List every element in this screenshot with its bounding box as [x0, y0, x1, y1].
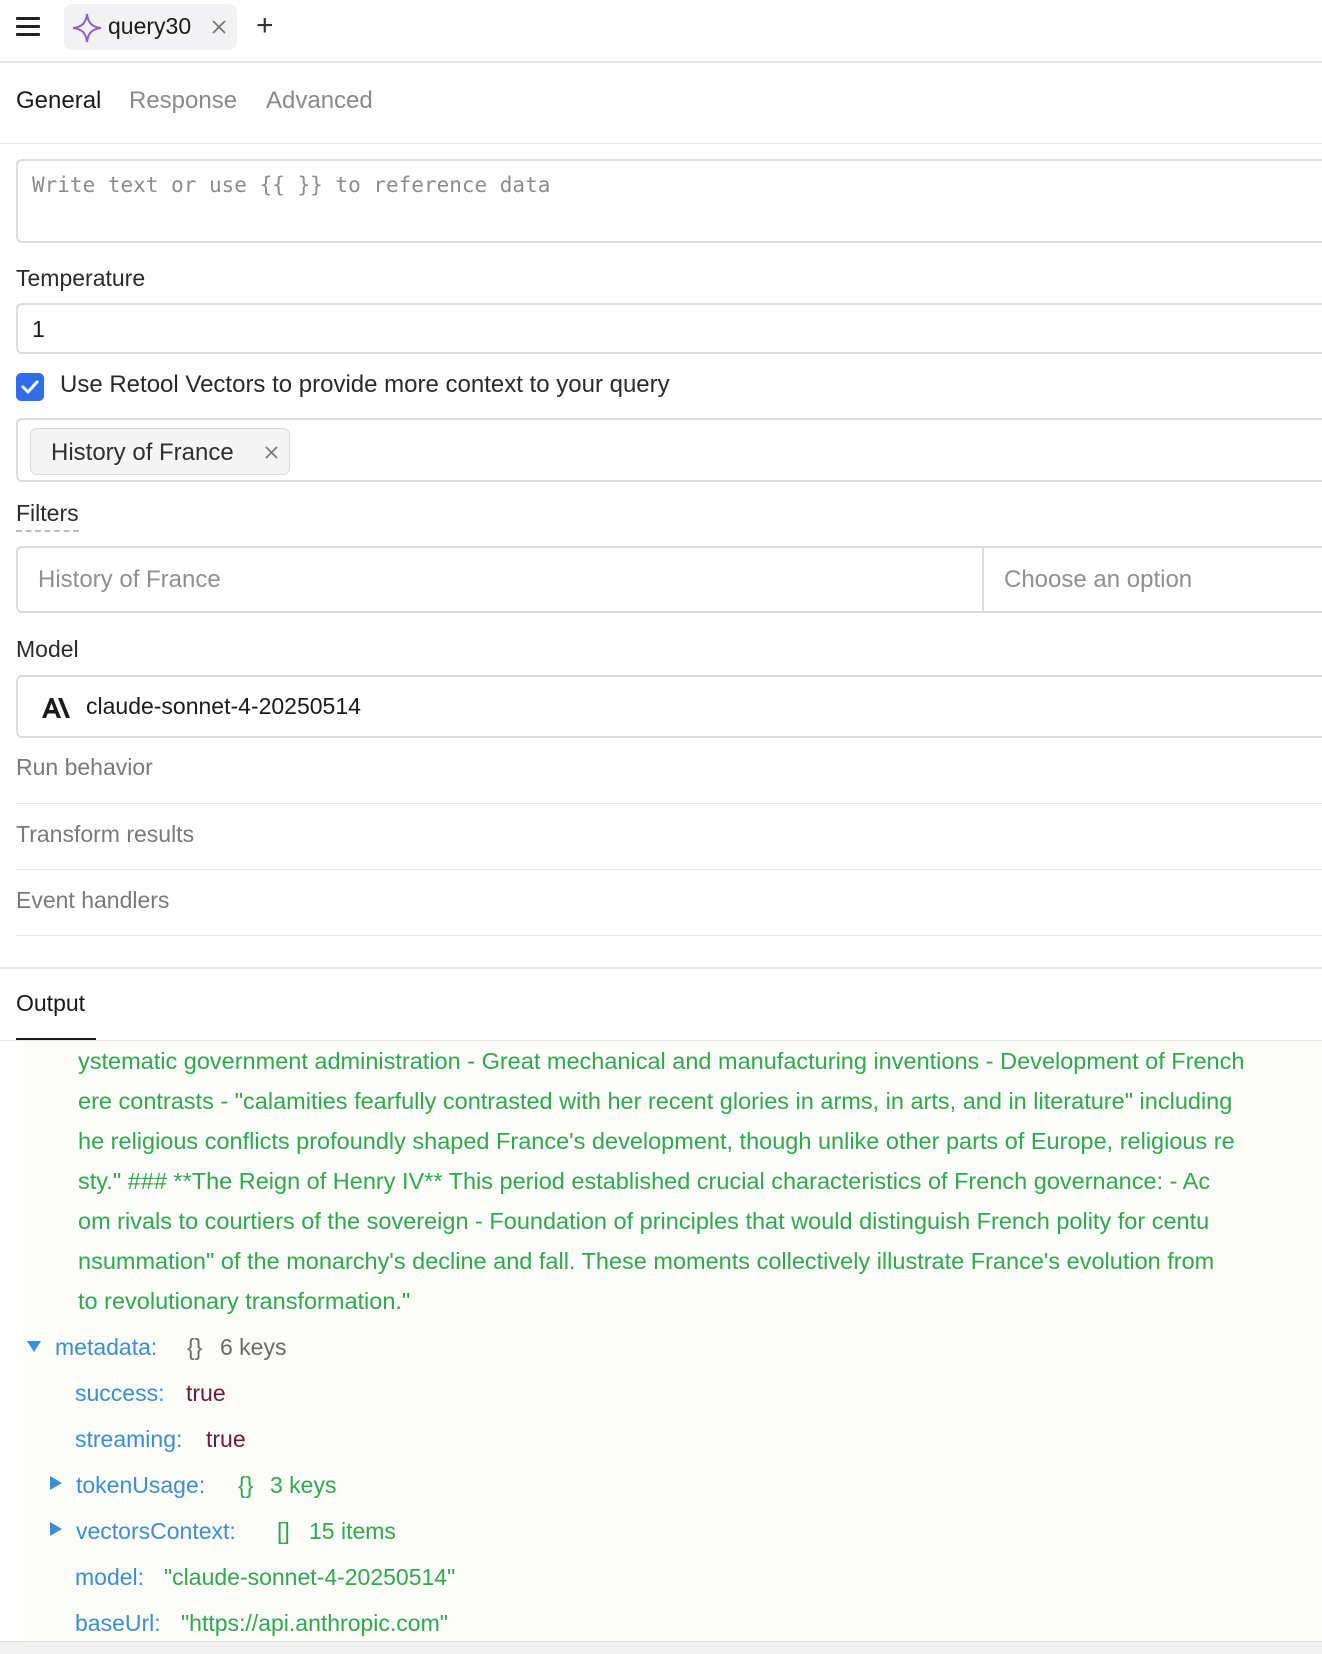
streaming-value: true [206, 1426, 246, 1452]
filter-value-select[interactable]: Choose an option [982, 546, 1322, 613]
tokenUsage-count: 3 keys [270, 1472, 337, 1498]
close-icon[interactable] [210, 18, 228, 36]
system-message-placeholder: Write text or use {{ }} to reference dat… [32, 173, 551, 197]
baseUrl-value: "https://api.anthropic.com" [181, 1610, 448, 1636]
output-text-line: to revolutionary transformation." [78, 1288, 411, 1314]
system-message-input[interactable]: Write text or use {{ }} to reference dat… [16, 159, 1322, 243]
output-text-line: sty." ### **The Reign of Henry IV** This… [78, 1168, 1211, 1194]
tokenUsage-key[interactable]: tokenUsage: [76, 1472, 205, 1499]
success-key: success: [75, 1380, 165, 1406]
vectorsContext-count: 15 items [309, 1518, 396, 1544]
query-tab[interactable]: query30 [64, 4, 237, 50]
temperature-label: Temperature [16, 265, 146, 291]
vectorsContext-brackets: [] [277, 1518, 290, 1544]
anthropic-logo-icon [42, 698, 70, 718]
model-select[interactable]: claude-sonnet-4-20250514 [16, 675, 1322, 738]
chip-close-icon[interactable] [265, 446, 278, 459]
plus-icon[interactable]: + [256, 11, 282, 41]
section-run-behavior[interactable]: Run behavior [16, 738, 1322, 804]
output-text-line: he religious conflicts profoundly shaped… [78, 1128, 1235, 1154]
model-key: model: [75, 1564, 145, 1590]
tab-general[interactable]: General [16, 87, 101, 115]
editor-tabs: General Response Advanced [0, 63, 1322, 144]
section-transform-results[interactable]: Transform results [16, 804, 1322, 870]
baseUrl-key: baseUrl: [75, 1610, 161, 1636]
filter-key-input[interactable]: History of France [16, 546, 983, 613]
vector-chip: History of France [30, 428, 290, 475]
output-text-line: nsummation" of the monarchy's decline an… [78, 1248, 1215, 1274]
panel-divider [0, 967, 1322, 969]
hamburger-menu-icon[interactable] [16, 17, 42, 37]
caret-down-icon[interactable] [26, 1338, 42, 1354]
bottom-edge [0, 1641, 1322, 1654]
top-bar: query30 + [0, 0, 1322, 63]
section-event-handlers[interactable]: Event handlers [16, 870, 1322, 936]
section-transform-results-label: Transform results [16, 821, 195, 847]
model-value: "claude-sonnet-4-20250514" [164, 1564, 456, 1590]
sparkle-icon [72, 13, 102, 43]
vector-select[interactable]: History of France [16, 418, 1322, 482]
tab-response[interactable]: Response [129, 87, 237, 115]
caret-right-icon[interactable] [48, 1475, 64, 1491]
metadata-key[interactable]: metadata: [55, 1334, 157, 1361]
checkmark-icon [21, 380, 39, 394]
query-tab-label: query30 [108, 13, 192, 39]
output-text-line: ere contrasts - "calamities fearfully co… [78, 1088, 1233, 1114]
temperature-input[interactable]: 1 [16, 303, 1322, 354]
metadata-count: 6 keys [220, 1334, 287, 1360]
vectors-checkbox-label: Use Retool Vectors to provide more conte… [60, 371, 670, 398]
streaming-key: streaming: [75, 1426, 183, 1452]
output-panel: ystematic government administration - Gr… [24, 1041, 1322, 1641]
vectorsContext-key[interactable]: vectorsContext: [76, 1518, 236, 1545]
output-text-line: ystematic government administration - Gr… [78, 1048, 1245, 1074]
success-value: true [186, 1380, 226, 1406]
vectors-checkbox[interactable] [16, 373, 44, 401]
temperature-value: 1 [32, 316, 45, 342]
filter-value-placeholder: Choose an option [1004, 566, 1193, 593]
tab-advanced[interactable]: Advanced [266, 87, 373, 115]
tokenUsage-braces: {} [238, 1472, 254, 1498]
caret-right-icon[interactable] [48, 1521, 64, 1537]
filters-label: Filters [16, 500, 79, 532]
filter-key-value: History of France [38, 566, 221, 593]
vector-chip-label: History of France [51, 439, 234, 466]
output-text-line: om rivals to courtiers of the sovereign … [78, 1208, 1210, 1234]
section-event-handlers-label: Event handlers [16, 887, 170, 913]
model-label: Model [16, 636, 79, 662]
model-value: claude-sonnet-4-20250514 [86, 693, 361, 719]
tab-output[interactable]: Output [16, 990, 85, 1017]
metadata-braces: {} [187, 1334, 203, 1360]
section-run-behavior-label: Run behavior [16, 754, 153, 780]
